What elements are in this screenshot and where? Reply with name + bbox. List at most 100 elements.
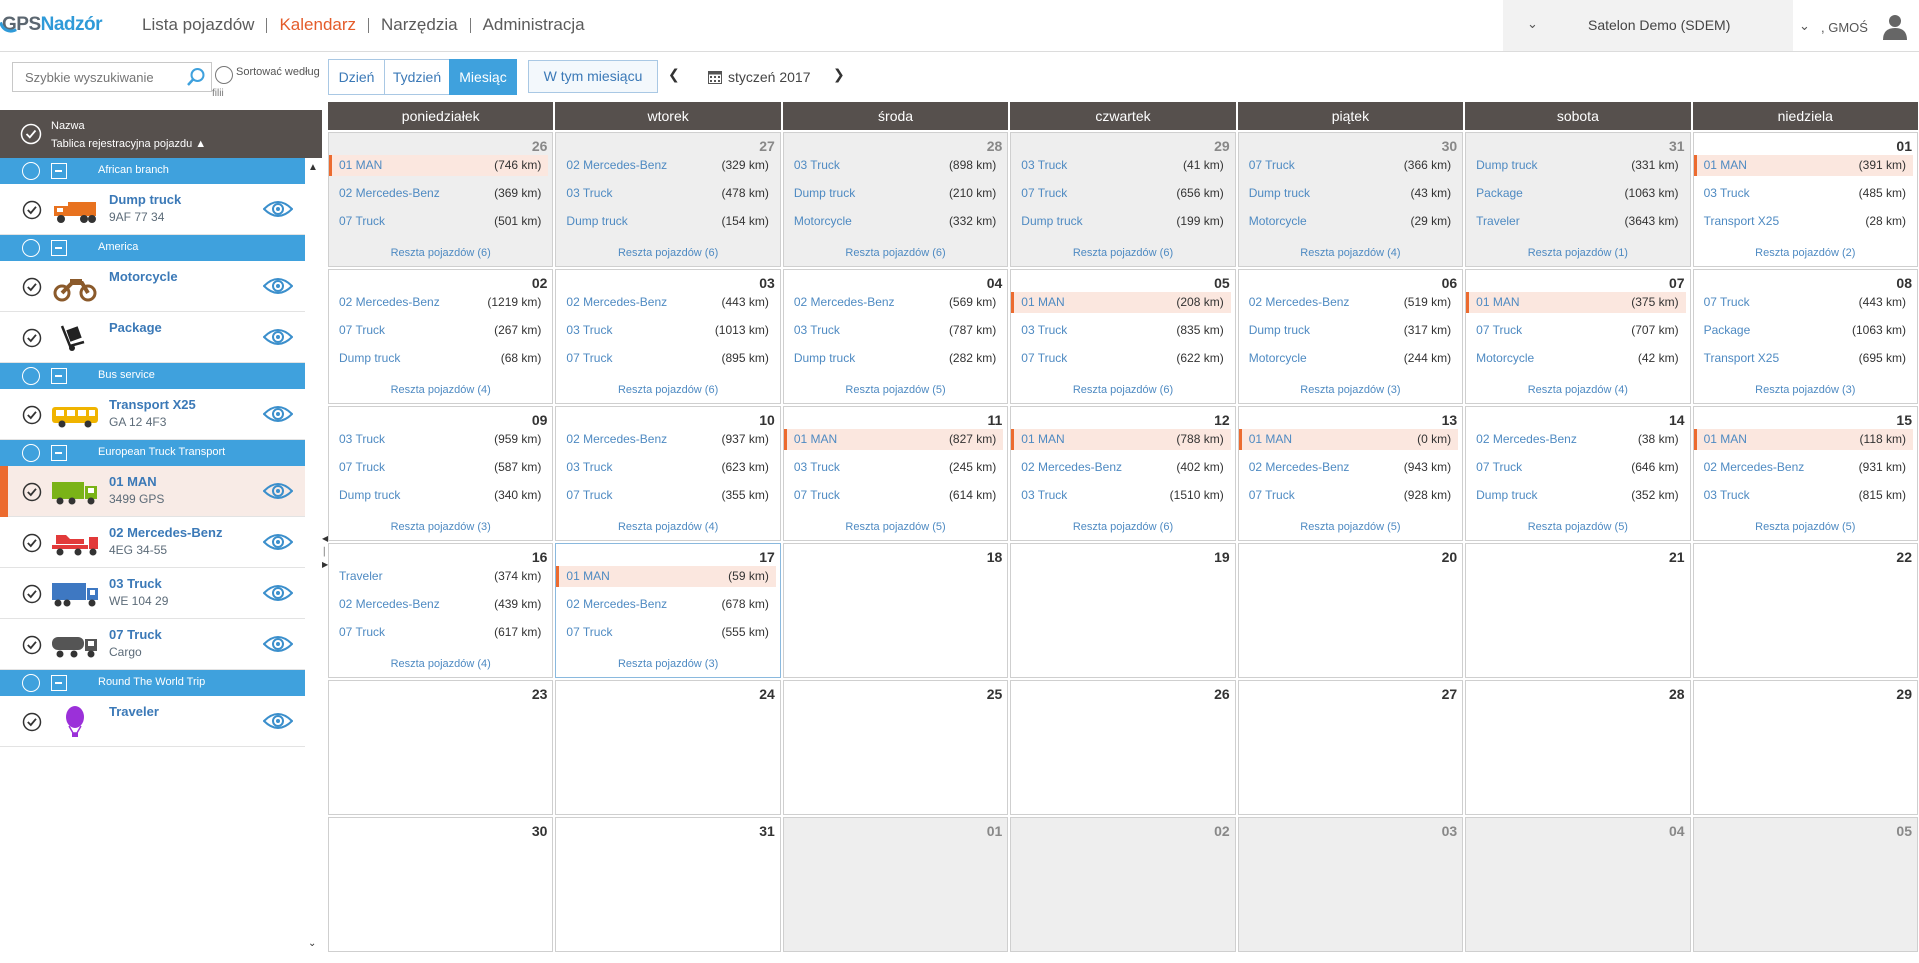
- visibility-eye-icon[interactable]: [262, 327, 294, 352]
- chevron-down-icon[interactable]: ⌄: [1527, 16, 1538, 32]
- trip-vehicle-name[interactable]: Dump truck: [339, 351, 400, 365]
- view-week-button[interactable]: Tydzień: [384, 59, 450, 95]
- trip-entry[interactable]: Dump truck (331 km): [1466, 155, 1685, 176]
- day-number[interactable]: 28: [1669, 686, 1685, 702]
- trip-vehicle-name[interactable]: Motorcycle: [794, 214, 852, 228]
- nav-item[interactable]: Narzędzia: [369, 14, 470, 36]
- trip-entry[interactable]: 07 Truck (707 km): [1466, 320, 1685, 341]
- day-number[interactable]: 13: [1442, 412, 1458, 428]
- vehicle-group[interactable]: African branch: [0, 158, 305, 184]
- day-number[interactable]: 27: [759, 138, 775, 154]
- trip-entry[interactable]: 07 Truck (895 km): [556, 348, 775, 369]
- trip-vehicle-name[interactable]: 02 Mercedes-Benz: [339, 295, 440, 309]
- trip-entry[interactable]: Dump truck (282 km): [784, 348, 1003, 369]
- calendar-day-cell[interactable]: 05: [1692, 817, 1918, 952]
- trip-entry[interactable]: Dump truck (352 km): [1466, 485, 1685, 506]
- day-number[interactable]: 03: [759, 275, 775, 291]
- trip-vehicle-name[interactable]: Dump truck: [1249, 323, 1310, 337]
- trip-vehicle-name[interactable]: 07 Truck: [794, 488, 840, 502]
- trip-vehicle-name[interactable]: Transport X25: [1704, 214, 1780, 228]
- trip-entry[interactable]: Dump truck (68 km): [329, 348, 548, 369]
- calendar-day-cell[interactable]: 07 01 MAN (375 km) 07 Truck (707 km) Motorcyc…: [1465, 269, 1691, 404]
- company-selector[interactable]: ⌄ Satelon Demo (SDEM): [1503, 0, 1793, 51]
- day-number[interactable]: 17: [759, 549, 775, 565]
- trip-entry[interactable]: 02 Mercedes-Benz (569 km): [784, 292, 1003, 313]
- trip-entry[interactable]: 02 Mercedes-Benz (439 km): [329, 594, 548, 615]
- trip-vehicle-name[interactable]: 03 Truck: [566, 186, 612, 200]
- day-number[interactable]: 18: [987, 549, 1003, 565]
- trip-entry[interactable]: 02 Mercedes-Benz (443 km): [556, 292, 775, 313]
- day-number[interactable]: 11: [987, 412, 1002, 428]
- vehicle-name[interactable]: Traveler: [109, 704, 159, 719]
- group-select-radio[interactable]: [22, 674, 40, 692]
- day-number[interactable]: 26: [1214, 686, 1230, 702]
- search-icon[interactable]: [181, 63, 211, 91]
- calendar-day-cell[interactable]: 03 02 Mercedes-Benz (443 km) 03 Truck (1013 …: [555, 269, 781, 404]
- view-day-button[interactable]: Dzień: [328, 59, 385, 95]
- vehicle-row[interactable]: 01 MAN 3499 GPS: [0, 466, 305, 517]
- trip-entry[interactable]: 02 Mercedes-Benz (402 km): [1011, 457, 1230, 478]
- day-number[interactable]: 29: [1214, 138, 1230, 154]
- trip-entry[interactable]: 07 Truck (555 km): [556, 622, 775, 643]
- day-number[interactable]: 15: [1896, 412, 1912, 428]
- remaining-vehicles-link[interactable]: Reszta pojazdów (4): [329, 658, 552, 670]
- group-collapse-icon[interactable]: [51, 675, 67, 691]
- app-logo[interactable]: GPS Nadzór: [0, 12, 103, 38]
- vehicle-group[interactable]: Bus service: [0, 363, 305, 389]
- visibility-eye-icon[interactable]: [262, 276, 294, 301]
- vehicle-check-icon[interactable]: [22, 405, 42, 430]
- remaining-vehicles-link[interactable]: Reszta pojazdów (3): [1694, 384, 1917, 396]
- day-number[interactable]: 03: [1442, 823, 1458, 839]
- visibility-eye-icon[interactable]: [262, 481, 294, 506]
- calendar-day-cell[interactable]: 09 03 Truck (959 km) 07 Truck (587 km) Dump t…: [328, 406, 554, 541]
- remaining-vehicles-link[interactable]: Reszta pojazdów (4): [1466, 384, 1689, 396]
- trip-vehicle-name[interactable]: 01 MAN: [1021, 432, 1064, 446]
- vehicle-check-icon[interactable]: [22, 328, 42, 353]
- remaining-vehicles-link[interactable]: Reszta pojazdów (5): [784, 521, 1007, 533]
- trip-vehicle-name[interactable]: 01 MAN: [1249, 432, 1292, 446]
- trip-vehicle-name[interactable]: Dump truck: [1476, 158, 1537, 172]
- trip-entry[interactable]: 02 Mercedes-Benz (937 km): [556, 429, 775, 450]
- day-number[interactable]: 14: [1669, 412, 1685, 428]
- trip-entry[interactable]: 02 Mercedes-Benz (369 km): [329, 183, 548, 204]
- sort-by-branch-radio[interactable]: [215, 66, 233, 84]
- day-number[interactable]: 30: [1442, 138, 1458, 154]
- vehicle-name[interactable]: 01 MAN: [109, 474, 157, 489]
- trip-entry[interactable]: 07 Truck (501 km): [329, 211, 548, 232]
- remaining-vehicles-link[interactable]: Reszta pojazdów (4): [329, 384, 552, 396]
- avatar-icon[interactable]: [1881, 12, 1909, 40]
- day-number[interactable]: 20: [1442, 549, 1458, 565]
- trip-entry[interactable]: 07 Truck (646 km): [1466, 457, 1685, 478]
- calendar-day-cell[interactable]: 19: [1010, 543, 1236, 678]
- day-number[interactable]: 05: [1896, 823, 1912, 839]
- trip-vehicle-name[interactable]: 07 Truck: [1476, 460, 1522, 474]
- vehicle-check-icon[interactable]: [22, 712, 42, 737]
- trip-entry[interactable]: 07 Truck (614 km): [784, 485, 1003, 506]
- column-plate-label[interactable]: Tablica rejestracyjna pojazdu ▲: [51, 138, 206, 150]
- day-number[interactable]: 01: [987, 823, 1003, 839]
- trip-entry[interactable]: 03 Truck (959 km): [329, 429, 548, 450]
- day-number[interactable]: 08: [1896, 275, 1912, 291]
- day-number[interactable]: 25: [987, 686, 1003, 702]
- day-number[interactable]: 30: [532, 823, 548, 839]
- calendar-day-cell[interactable]: 08 07 Truck (443 km) Package (1063 km) Transp…: [1692, 269, 1918, 404]
- scroll-up-icon[interactable]: ▲: [308, 162, 318, 173]
- calendar-day-cell[interactable]: 23: [328, 680, 554, 815]
- remaining-vehicles-link[interactable]: Reszta pojazdów (1): [1466, 247, 1689, 259]
- trip-entry[interactable]: 01 MAN (391 km): [1693, 155, 1913, 176]
- visibility-eye-icon[interactable]: [262, 532, 294, 557]
- search-input[interactable]: [13, 63, 183, 91]
- calendar-day-cell[interactable]: 12 01 MAN (788 km) 02 Mercedes-Benz (402 km)…: [1010, 406, 1236, 541]
- remaining-vehicles-link[interactable]: Reszta pojazdów (3): [329, 521, 552, 533]
- group-collapse-icon[interactable]: [51, 163, 67, 179]
- next-month-icon[interactable]: ❯: [833, 66, 845, 83]
- calendar-day-cell[interactable]: 01: [782, 817, 1009, 952]
- vehicle-check-icon[interactable]: [22, 277, 42, 302]
- remaining-vehicles-link[interactable]: Reszta pojazdów (6): [784, 247, 1007, 259]
- trip-vehicle-name[interactable]: Package: [1704, 323, 1751, 337]
- calendar-day-cell[interactable]: 02 02 Mercedes-Benz (1219 km) 07 Truck (267 …: [328, 269, 554, 404]
- calendar-day-cell[interactable]: 24: [555, 680, 781, 815]
- trip-entry[interactable]: Dump truck (199 km): [1011, 211, 1230, 232]
- calendar-day-cell[interactable]: 25: [782, 680, 1009, 815]
- trip-vehicle-name[interactable]: Traveler: [1476, 214, 1520, 228]
